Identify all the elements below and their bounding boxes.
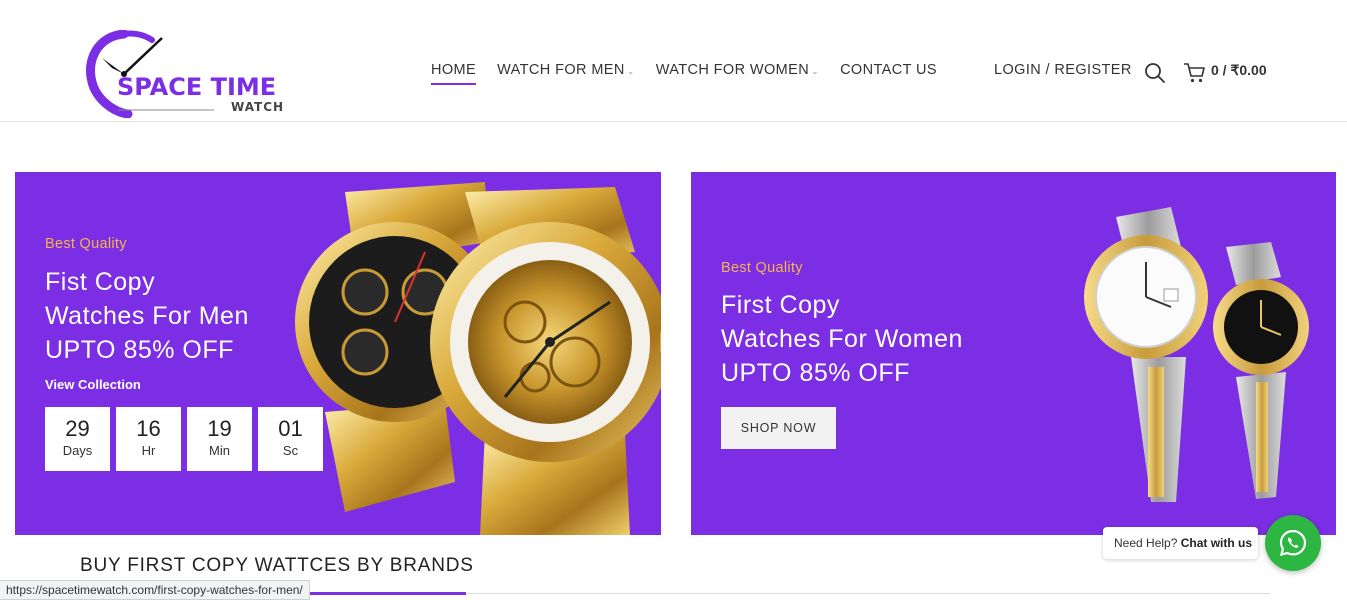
nav-home-label: HOME — [431, 62, 477, 78]
headline-line: Fist Copy — [45, 268, 156, 296]
section-title: BUY FIRST COPY WATTCES BY BRANDS — [80, 555, 474, 576]
countdown-hours: 16 Hr — [116, 407, 181, 471]
chevron-down-icon: ⌄ — [626, 66, 635, 76]
countdown-timer: 29 Days 16 Hr 19 Min 01 Sc — [45, 407, 323, 471]
countdown-days: 29 Days — [45, 407, 110, 471]
nav-contact-us[interactable]: CONTACT US — [840, 62, 937, 78]
chat-prompt-action: Chat with us — [1180, 536, 1253, 550]
countdown-value: 16 — [136, 416, 161, 441]
view-collection-link[interactable]: View Collection — [45, 377, 141, 392]
nav-men-label: WATCH FOR MEN — [497, 62, 625, 78]
headline-offer: UPTO 85% OFF — [45, 336, 234, 364]
banner-headline: Fist Copy Watches For Men UPTO 85% OFF — [45, 265, 249, 367]
site-header: SPACE TIME WATCH HOME WATCH FOR MEN ⌄ WAT… — [0, 0, 1347, 122]
banner-women[interactable]: Best Quality First Copy Watches For Wome… — [691, 172, 1336, 535]
nav-women-label: WATCH FOR WOMEN — [655, 62, 810, 78]
status-bar-url: https://spacetimewatch.com/first-copy-wa… — [0, 580, 310, 600]
logo-subtext: WATCH — [231, 100, 285, 114]
banner-men[interactable]: Best Quality Fist Copy Watches For Men U… — [15, 172, 661, 535]
countdown-minutes: 19 Min — [187, 407, 252, 471]
chevron-down-icon: ⌄ — [811, 66, 820, 76]
nav-contact-label: CONTACT US — [840, 62, 937, 78]
shop-now-button[interactable]: SHOP NOW — [721, 407, 836, 449]
chat-prompt-text: Need Help? — [1114, 536, 1178, 550]
logo-text: SPACE TIME — [117, 73, 277, 101]
gold-watches-image — [295, 182, 661, 535]
countdown-value: 19 — [207, 416, 232, 441]
cart-icon[interactable] — [1183, 62, 1207, 84]
two-tone-watches-image — [1084, 207, 1309, 502]
main-nav: HOME WATCH FOR MEN ⌄ WATCH FOR WOMEN ⌄ CON… — [431, 62, 958, 85]
whatsapp-icon — [1279, 529, 1307, 557]
headline-line: First Copy — [721, 291, 840, 319]
headline-line: Watches For Women — [721, 325, 963, 353]
login-register-link[interactable]: LOGIN / REGISTER — [994, 62, 1132, 78]
nav-watch-for-men[interactable]: WATCH FOR MEN ⌄ — [497, 62, 635, 78]
chat-prompt[interactable]: Need Help? Chat with us — [1103, 527, 1258, 559]
countdown-label: Days — [62, 443, 93, 458]
countdown-label: Hr — [141, 443, 156, 458]
nav-watch-for-women[interactable]: WATCH FOR WOMEN ⌄ — [656, 62, 819, 78]
search-icon[interactable] — [1144, 62, 1166, 84]
headline-offer: UPTO 85% OFF — [721, 359, 910, 387]
cart-total[interactable]: 0 / ₹0.00 — [1211, 62, 1267, 79]
whatsapp-chat-button[interactable] — [1265, 515, 1321, 571]
site-logo[interactable]: SPACE TIME WATCH — [84, 30, 299, 118]
banner-tag: Best Quality — [45, 236, 127, 252]
banner-tag: Best Quality — [721, 260, 803, 276]
nav-home[interactable]: HOME — [431, 62, 477, 85]
headline-line: Watches For Men — [45, 302, 249, 330]
countdown-label: Min — [209, 443, 230, 458]
banner-headline: First Copy Watches For Women UPTO 85% OF… — [721, 288, 963, 390]
countdown-value: 29 — [65, 416, 90, 441]
